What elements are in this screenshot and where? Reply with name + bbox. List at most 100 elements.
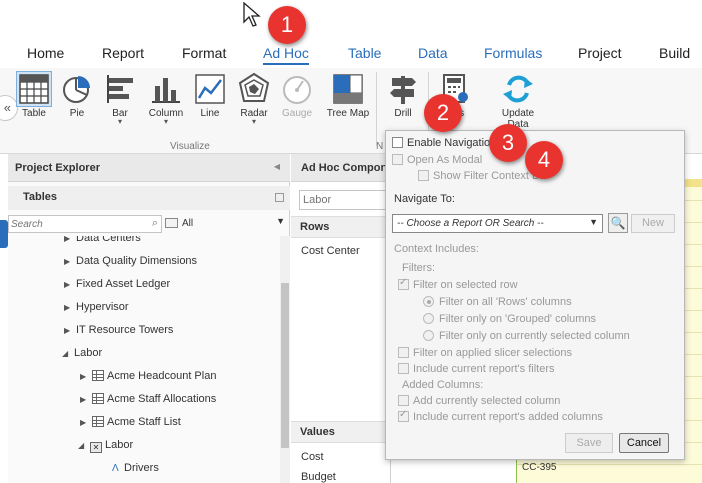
tab-data[interactable]: Data — [418, 45, 448, 61]
tables-header: Tables — [8, 186, 290, 210]
cancel-button[interactable]: Cancel — [619, 433, 669, 453]
values-item-cost[interactable]: Cost — [301, 451, 324, 463]
radio-grouped-row[interactable]: Filter only on 'Grouped' columns — [423, 313, 596, 325]
include-report-filters-checkbox[interactable] — [398, 363, 409, 374]
tree-item-labor-folder[interactable]: ◢ Labor — [62, 347, 102, 365]
added-columns-label: Added Columns: — [402, 379, 484, 391]
pie-button[interactable]: Pie — [56, 72, 98, 119]
line-chart-icon — [195, 74, 225, 104]
expand-arrow-icon[interactable]: ▶ — [64, 303, 76, 312]
radar-button[interactable]: Radar ▾ — [233, 72, 275, 126]
tree-item-label: Data Quality Dimensions — [76, 255, 198, 267]
expand-arrow-icon[interactable]: ▶ — [64, 280, 76, 289]
tab-table[interactable]: Table — [348, 45, 381, 61]
tree-item-it-resource-towers[interactable]: ▶ IT Resource Towers — [64, 324, 173, 342]
expand-arrow-icon[interactable]: ▶ — [80, 418, 92, 427]
enable-navigation-row[interactable]: Enable Navigation — [392, 137, 496, 149]
collapse-arrow-icon[interactable]: ◢ — [62, 349, 74, 358]
save-button[interactable]: Save — [565, 433, 613, 453]
grid-cell[interactable]: CC-395 — [522, 462, 556, 473]
scrollbar-thumb[interactable] — [281, 283, 289, 448]
expand-arrow-icon[interactable]: ▶ — [80, 395, 92, 404]
tree-item-fixed-asset-ledger[interactable]: ▶ Fixed Asset Ledger — [64, 278, 170, 296]
new-button[interactable]: New — [631, 214, 675, 233]
table-button[interactable]: Table — [13, 71, 55, 119]
collapse-arrow-icon[interactable]: ◢ — [78, 441, 90, 450]
filter-selected-row-checkbox[interactable] — [398, 277, 409, 290]
ribbon-group-n: N — [376, 141, 384, 152]
ribbon-group-visualize: Visualize — [170, 141, 210, 152]
values-item-budget[interactable]: Budget — [301, 471, 336, 483]
enable-navigation-checkbox[interactable] — [392, 137, 403, 148]
tree-item-data-centers[interactable]: ▶ Data Centers — [64, 236, 141, 250]
search-icon[interactable]: ⌕ — [152, 217, 158, 230]
include-report-filters-row[interactable]: Include current report's filters — [398, 363, 555, 375]
add-selected-column-checkbox[interactable] — [398, 395, 409, 406]
folder-filter-select[interactable]: All ▼ — [165, 215, 289, 233]
ad-hoc-components-header: Ad Hoc Compon — [291, 154, 391, 182]
refresh-icon — [503, 75, 533, 103]
include-added-columns-checkbox[interactable] — [398, 409, 409, 422]
side-tab-marker[interactable] — [0, 220, 8, 248]
bar-button[interactable]: Bar ▾ — [99, 72, 141, 126]
gauge-button[interactable]: Gauge — [276, 72, 318, 119]
update-data-button[interactable]: Update Data — [490, 72, 546, 130]
line-button[interactable]: Line — [189, 72, 231, 119]
radio-grouped[interactable] — [423, 313, 434, 324]
expand-arrow-icon[interactable]: ▶ — [64, 236, 76, 243]
search-report-button[interactable]: 🔍 — [608, 213, 628, 233]
radio-all-rows-row[interactable]: Filter on all 'Rows' columns — [423, 296, 572, 308]
ribbon-tabs: Home Report Format Ad Hoc Table Data For… — [0, 40, 702, 68]
tab-home[interactable]: Home — [27, 45, 64, 61]
project-explorer-title: Project Explorer — [15, 162, 100, 174]
explorer-search-input[interactable] — [9, 216, 139, 233]
enable-navigation-label: Enable Navigation — [407, 137, 497, 149]
expand-icon[interactable] — [275, 193, 284, 202]
tab-ad-hoc[interactable]: Ad Hoc — [263, 45, 309, 65]
tree-item-label: Hypervisor — [76, 301, 129, 313]
radio-current[interactable] — [423, 330, 434, 341]
show-filter-context-checkbox[interactable] — [418, 170, 429, 181]
tree-scrollbar[interactable] — [280, 236, 290, 483]
show-filter-context-row[interactable]: Show Filter Context Ba — [418, 170, 546, 182]
filter-slicer-checkbox[interactable] — [398, 347, 409, 358]
tab-format[interactable]: Format — [182, 45, 226, 61]
include-added-columns-row[interactable]: Include current report's added columns — [398, 409, 603, 423]
drill-button[interactable]: Drill — [382, 72, 424, 119]
column-button[interactable]: Column ▾ — [145, 72, 187, 126]
tab-project[interactable]: Project — [578, 45, 622, 61]
radio-current-row[interactable]: Filter only on currently selected column — [423, 330, 630, 342]
component-label-input[interactable] — [300, 191, 386, 209]
include-added-columns-label: Include current report's added columns — [413, 411, 603, 423]
collapse-left-icon[interactable]: ◀ — [274, 162, 280, 171]
tree-item-acme-staff-allocations[interactable]: ▶ Acme Staff Allocations — [80, 393, 216, 411]
chevron-down-icon: ▾ — [163, 117, 168, 126]
tree-item-acme-headcount-plan[interactable]: ▶ Acme Headcount Plan — [80, 370, 216, 388]
tree-item-drivers[interactable]: Λ Drivers — [112, 462, 159, 480]
filter-selected-row-row[interactable]: Filter on selected row — [398, 277, 518, 291]
tab-report[interactable]: Report — [102, 45, 144, 61]
tree-map-button[interactable]: Tree Map — [325, 72, 371, 119]
navigate-to-select[interactable]: -- Choose a Report OR Search -- ▼ — [392, 214, 603, 233]
filter-slicer-row[interactable]: Filter on applied slicer selections — [398, 347, 572, 359]
table-icon — [92, 393, 104, 404]
radio-all-rows[interactable] — [423, 296, 434, 307]
context-includes-label: Context Includes: — [394, 243, 479, 255]
values-section-title: Values — [300, 426, 335, 438]
tab-formulas[interactable]: Formulas — [484, 45, 542, 61]
driver-icon: Λ — [112, 463, 119, 474]
tree-item-label: Labor — [74, 347, 103, 359]
add-selected-column-row[interactable]: Add currently selected column — [398, 395, 560, 407]
tree-item-labor-table[interactable]: ◢ ✕ Labor — [78, 439, 133, 457]
tab-build[interactable]: Build — [659, 45, 690, 61]
expand-arrow-icon[interactable]: ▶ — [64, 326, 76, 335]
open-as-modal-checkbox[interactable] — [392, 154, 403, 165]
tree-item-data-quality-dimensions[interactable]: ▶ Data Quality Dimensions — [64, 255, 197, 273]
open-as-modal-row[interactable]: Open As Modal — [392, 154, 482, 166]
rows-item-cost-center[interactable]: Cost Center — [301, 245, 360, 257]
tree-item-acme-staff-list[interactable]: ▶ Acme Staff List — [80, 416, 181, 434]
project-explorer-header: Project Explorer ◀ — [8, 154, 290, 182]
tree-item-hypervisor[interactable]: ▶ Hypervisor — [64, 301, 129, 319]
expand-arrow-icon[interactable]: ▶ — [64, 257, 76, 266]
expand-arrow-icon[interactable]: ▶ — [80, 372, 92, 381]
